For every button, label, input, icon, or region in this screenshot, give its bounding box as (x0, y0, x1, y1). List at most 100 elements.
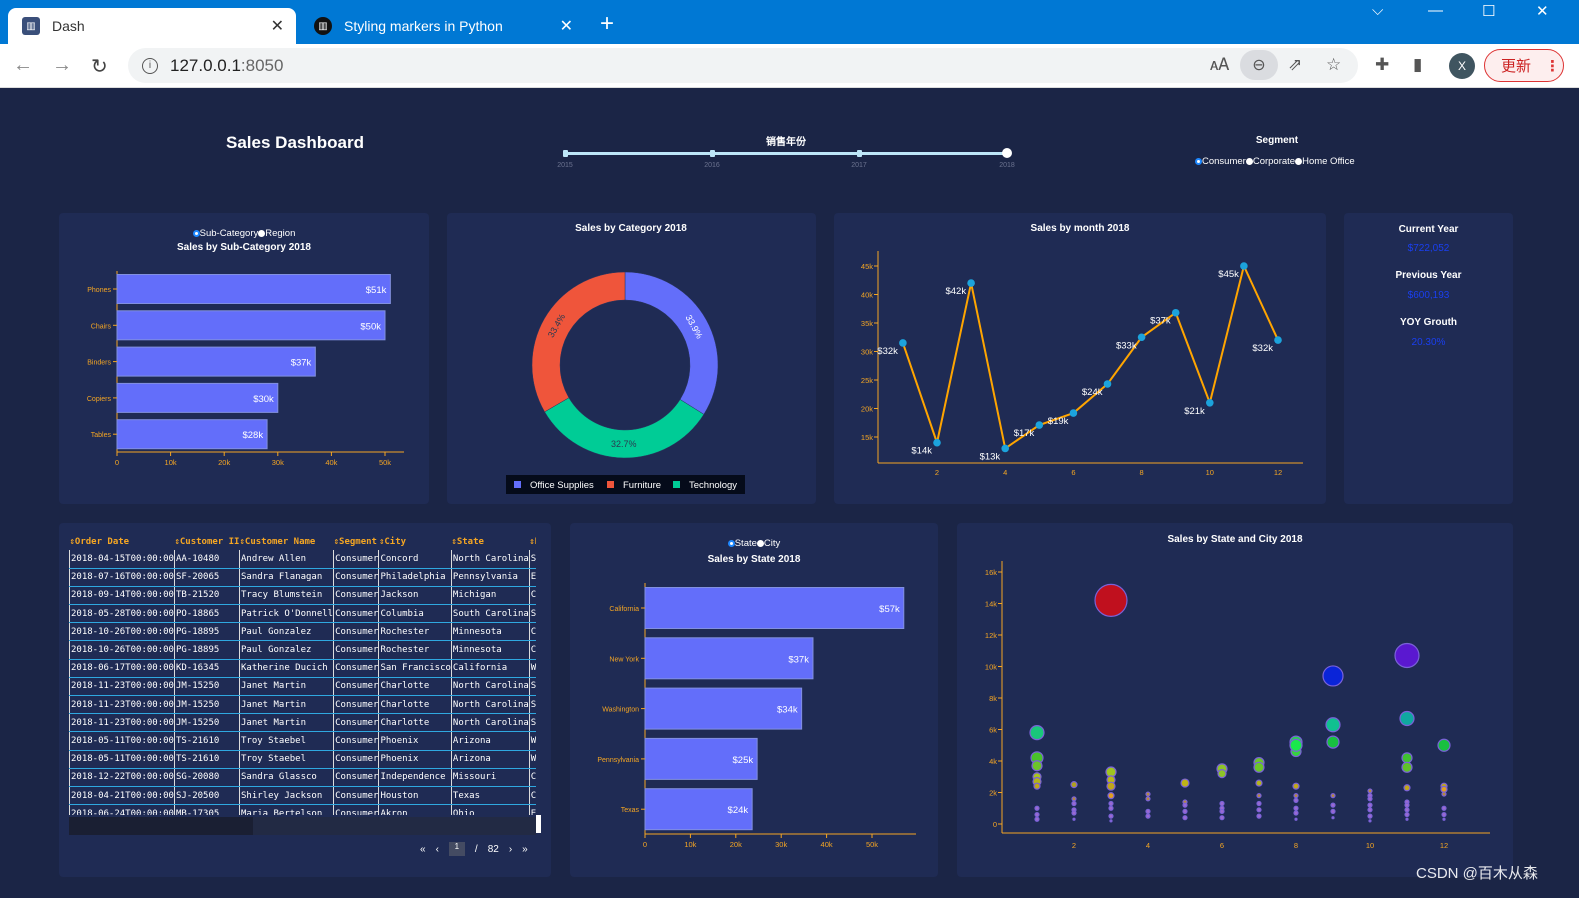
table-cell[interactable]: West (528, 750, 536, 769)
back-icon[interactable]: ← (13, 54, 33, 77)
table-cell[interactable]: TB-21520 (173, 586, 240, 606)
maximize-button[interactable]: ☐ (1482, 2, 1495, 20)
table-cell[interactable]: Philadelphia (378, 568, 452, 587)
table-cell[interactable]: Consumer (333, 659, 379, 678)
table-cell[interactable]: Centr (528, 640, 536, 660)
table-cell[interactable]: Charlotte (378, 677, 452, 697)
minimize-button[interactable]: — (1428, 2, 1443, 19)
table-cell[interactable]: North Carolina (450, 713, 530, 733)
table-cell[interactable]: Phoenix (378, 731, 452, 751)
table-row[interactable]: 2018-07-16T00:00:00 SF-20065 Sandra Flanag… (69, 568, 536, 587)
table-row[interactable]: 2018-12-22T00:00:00 SG-20080 Sandra Glassc… (69, 768, 536, 787)
extensions-icon[interactable]: ✚ (1375, 55, 1389, 75)
table-row[interactable]: 2018-05-28T00:00:00 PO-18865 Patrick O'Don… (69, 604, 536, 624)
table-cell[interactable]: Pennsylvania (450, 568, 530, 587)
table-cell[interactable]: Janet Martin (238, 713, 334, 733)
table-cell[interactable]: SG-20080 (173, 768, 240, 787)
year-slider[interactable] (565, 152, 1007, 155)
table-row[interactable]: 2018-11-23T00:00:00 JM-15250 Janet Martin C… (69, 677, 536, 697)
table-cell[interactable]: 2018-09-14T00:00:00 (69, 586, 175, 606)
table-cell[interactable]: Consumer (333, 677, 379, 697)
slider-handle[interactable] (1002, 148, 1012, 158)
forward-icon[interactable]: → (52, 54, 72, 77)
table-cell[interactable]: Consumer (333, 713, 379, 733)
table-cell[interactable]: Tracy Blumstein (238, 586, 334, 606)
table-cell[interactable]: South (528, 677, 536, 697)
table-cell[interactable]: Columbia (378, 604, 452, 624)
table-cell[interactable]: Shirley Jackson (238, 786, 334, 806)
last-page-button[interactable]: » (522, 844, 528, 855)
table-cell[interactable]: Janet Martin (238, 695, 334, 715)
table-cell[interactable]: Centr (528, 768, 536, 787)
table-cell[interactable]: Consumer (333, 550, 379, 569)
table-cell[interactable]: 2018-10-26T00:00:00 (69, 640, 175, 660)
table-cell[interactable]: North Carolina (450, 695, 530, 715)
table-cell[interactable]: Consumer (333, 786, 379, 806)
table-cell[interactable]: 2018-07-16T00:00:00 (69, 568, 175, 587)
close-window-button[interactable]: ✕ (1536, 2, 1549, 20)
table-cell[interactable]: Andrew Allen (238, 550, 334, 569)
table-cell[interactable]: Consumer (333, 622, 379, 642)
column-header[interactable]: ⇕Segment (334, 533, 379, 550)
table-row[interactable]: 2018-06-17T00:00:00 KD-16345 Katherine Duc… (69, 659, 536, 678)
info-icon[interactable]: i (142, 57, 158, 74)
table-cell[interactable]: Troy Staebel (238, 731, 334, 751)
table-cell[interactable]: 2018-11-23T00:00:00 (69, 677, 175, 697)
tab-styling-markers[interactable]: ▥ Styling markers in Python ✕ (300, 8, 585, 44)
table-cell[interactable]: Patrick O'Donnell (238, 604, 334, 624)
table-cell[interactable]: 2018-05-11T00:00:00 (69, 750, 175, 769)
table-cell[interactable]: South (528, 713, 536, 733)
table-cell[interactable]: South (528, 695, 536, 715)
table-row[interactable]: 2018-04-21T00:00:00 SJ-20500 Shirley Jacks… (69, 786, 536, 806)
table-cell[interactable]: PO-18865 (173, 604, 240, 624)
side-panel-icon[interactable]: ▮ (1413, 55, 1422, 75)
bookmark-star-icon[interactable]: ☆ (1326, 55, 1341, 75)
address-bar[interactable]: i 127.0.0.1:8050 (128, 48, 1358, 83)
segment-corporate[interactable]: Corporate (1245, 156, 1295, 167)
column-header[interactable]: ⇕Customer Name (239, 533, 333, 550)
table-cell[interactable]: Paul Gonzalez (238, 622, 334, 642)
table-cell[interactable]: PG-18895 (173, 640, 240, 660)
table-row[interactable]: 2018-06-24T00:00:00 MB-17305 Maria Bertels… (69, 804, 536, 815)
table-row[interactable]: 2018-11-23T00:00:00 JM-15250 Janet Martin C… (69, 695, 536, 715)
table-cell[interactable]: Centr (528, 786, 536, 806)
table-row[interactable]: 2018-05-11T00:00:00 TS-21610 Troy Staebel C… (69, 731, 536, 751)
slider-mark[interactable] (710, 150, 715, 157)
column-header[interactable]: ⇕Regio (529, 533, 536, 550)
table-cell[interactable]: Rochester (378, 622, 452, 642)
table-cell[interactable]: SF-20065 (173, 568, 240, 587)
table-row[interactable]: 2018-09-14T00:00:00 TB-21520 Tracy Blumste… (69, 586, 536, 606)
table-cell[interactable]: Rochester (378, 640, 452, 660)
new-tab-button[interactable]: + (600, 10, 614, 38)
table-row[interactable]: 2018-04-15T00:00:00 AA-10480 Andrew Allen C… (69, 550, 536, 569)
avatar[interactable]: X (1449, 53, 1475, 79)
prev-page-button[interactable]: ‹ (436, 844, 439, 855)
tab-dash[interactable]: ▥ Dash ✕ (8, 8, 296, 44)
table-cell[interactable]: Consumer (333, 750, 379, 769)
table-cell[interactable]: 2018-10-26T00:00:00 (69, 622, 175, 642)
table-cell[interactable]: Consumer (333, 768, 379, 787)
scrollbar-thumb[interactable] (69, 817, 253, 835)
table-cell[interactable]: Katherine Ducich (238, 659, 334, 678)
vertical-scrollbar-thumb[interactable] (536, 815, 541, 833)
table-cell[interactable]: AA-10480 (173, 550, 240, 569)
table-cell[interactable]: 2018-04-21T00:00:00 (69, 786, 175, 806)
table-cell[interactable]: East (528, 568, 536, 587)
table-cell[interactable]: Missouri (450, 768, 530, 787)
slider-mark[interactable] (563, 150, 568, 157)
table-cell[interactable]: JM-15250 (173, 713, 240, 733)
zoom-out-icon[interactable]: ⊖ (1240, 50, 1278, 80)
table-cell[interactable]: PG-18895 (173, 622, 240, 642)
column-header[interactable]: ⇕City (379, 533, 451, 550)
table-cell[interactable]: SJ-20500 (173, 786, 240, 806)
orders-table[interactable]: ⇕Order Date ⇕Customer II ⇕Customer Name ⇕Se… (69, 533, 536, 815)
table-cell[interactable]: Arizona (450, 750, 530, 769)
menu-icon[interactable]: ⋮ (1545, 57, 1560, 75)
table-cell[interactable]: Sandra Flanagan (238, 568, 334, 587)
table-cell[interactable]: 2018-06-17T00:00:00 (69, 659, 175, 678)
table-cell[interactable]: South Carolina (450, 604, 530, 624)
table-cell[interactable]: Charlotte (378, 695, 452, 715)
table-cell[interactable]: East (528, 804, 536, 815)
table-cell[interactable]: Consumer (333, 731, 379, 751)
table-cell[interactable]: Consumer (333, 640, 379, 660)
